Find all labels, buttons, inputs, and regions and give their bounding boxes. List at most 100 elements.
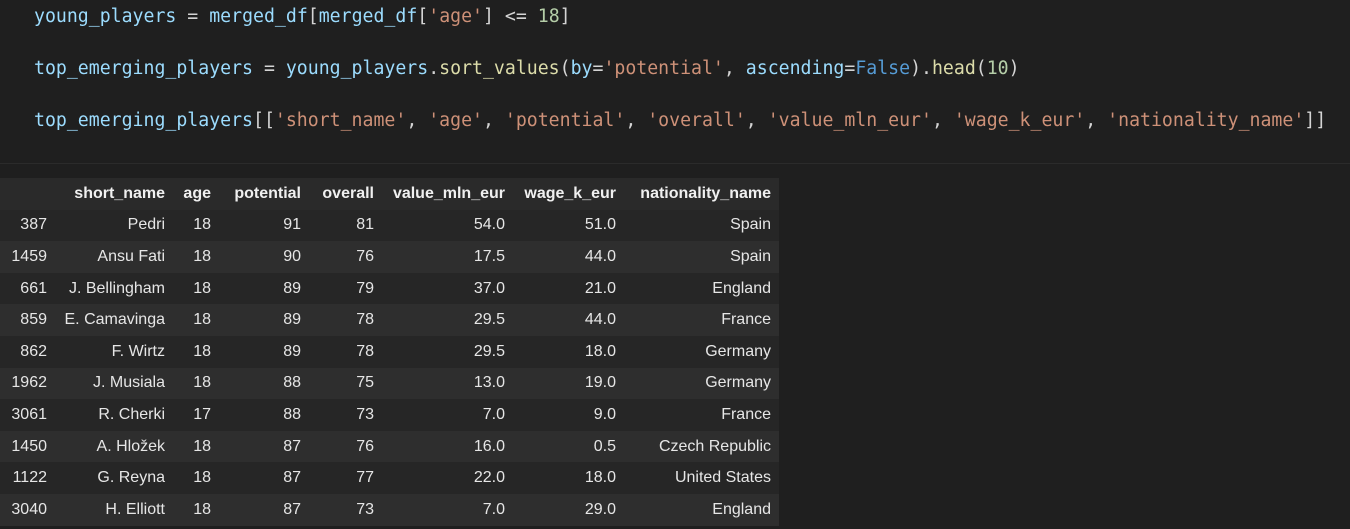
table-row: 661 J. Bellingham 18 89 79 37.0 21.0 Eng… <box>0 272 779 305</box>
code-token: by <box>570 58 593 79</box>
code-token: [[ <box>253 110 275 131</box>
table-cell: Ansu Fati <box>55 241 173 273</box>
table-cell: 18 <box>173 462 219 494</box>
table-cell: 17 <box>173 399 219 431</box>
code-token: 'age' <box>428 6 483 27</box>
table-cell: 76 <box>309 241 382 273</box>
table-cell: 44.0 <box>513 241 624 273</box>
table-cell: 18 <box>173 304 219 336</box>
code-token: ] <box>559 6 571 27</box>
row-index: 859 <box>0 304 55 336</box>
code-token: ascending <box>745 58 845 79</box>
table-cell: 18.0 <box>513 335 624 368</box>
row-index: 1450 <box>0 430 55 463</box>
header-row: short_name age potential overall value_m… <box>0 178 779 210</box>
code-token: , <box>482 110 505 131</box>
table-cell: Pedri <box>55 209 173 242</box>
row-index: 1962 <box>0 367 55 400</box>
code-line-1[interactable]: young_players = merged_df[merged_df['age… <box>34 5 571 29</box>
column-header: nationality_name <box>624 178 779 210</box>
table-row: 1962 J. Musiala 18 88 75 13.0 19.0 Germa… <box>0 367 779 400</box>
table-cell: 13.0 <box>382 367 513 400</box>
table-cell: Spain <box>624 209 779 242</box>
code-token: <= <box>493 6 538 27</box>
table-cell: 0.5 <box>513 430 624 463</box>
table-cell: 37.0 <box>382 272 513 305</box>
table-cell: 19.0 <box>513 367 624 400</box>
code-token: False <box>855 58 911 79</box>
row-index: 661 <box>0 272 55 305</box>
table-cell: 89 <box>219 304 309 336</box>
table-cell: 87 <box>219 493 309 526</box>
index-header <box>0 178 55 210</box>
code-line-2[interactable]: top_emerging_players = young_players.sor… <box>34 57 1020 81</box>
table-cell: 88 <box>219 367 309 400</box>
table-cell: 87 <box>219 462 309 494</box>
code-token: ) <box>1008 58 1020 79</box>
table-cell: England <box>624 272 779 305</box>
code-token: . <box>428 58 440 79</box>
code-token: = <box>592 58 604 79</box>
code-token: ( <box>559 58 571 79</box>
code-token: ( <box>975 58 987 79</box>
table-cell: J. Bellingham <box>55 272 173 305</box>
code-token: 'value_mln_eur' <box>767 110 932 131</box>
dataframe-table: short_name age potential overall value_m… <box>0 178 779 526</box>
code-cell[interactable]: young_players = merged_df[merged_df['age… <box>0 0 1350 164</box>
code-token: merged_df <box>318 6 418 27</box>
code-token: 'nationality_name' <box>1107 110 1305 131</box>
table-cell: J. Musiala <box>55 367 173 400</box>
table-cell: 91 <box>219 209 309 242</box>
code-token: top_emerging_players <box>34 58 253 79</box>
code-token: 'short_name' <box>274 110 407 131</box>
code-token: head <box>931 58 976 79</box>
table-cell: 76 <box>309 430 382 463</box>
code-token: , <box>723 58 746 79</box>
table-cell: F. Wirtz <box>55 335 173 368</box>
table-cell: 18 <box>173 367 219 400</box>
table-cell: 29.0 <box>513 493 624 526</box>
table-cell: 17.5 <box>382 241 513 273</box>
column-header: short_name <box>55 178 173 210</box>
table-cell: France <box>624 304 779 336</box>
code-token: young_players <box>34 6 177 27</box>
column-header: wage_k_eur <box>513 178 624 210</box>
table-row: 859 E. Camavinga 18 89 78 29.5 44.0 Fran… <box>0 304 779 336</box>
table-cell: 18.0 <box>513 462 624 494</box>
table-cell: 75 <box>309 367 382 400</box>
code-token: [ <box>417 6 429 27</box>
code-token: 'potential' <box>603 58 724 79</box>
code-line-3[interactable]: top_emerging_players[['short_name', 'age… <box>34 109 1326 133</box>
row-index: 862 <box>0 335 55 368</box>
table-cell: France <box>624 399 779 431</box>
table-cell: E. Camavinga <box>55 304 173 336</box>
table-cell: 9.0 <box>513 399 624 431</box>
table-cell: 78 <box>309 335 382 368</box>
table-cell: G. Reyna <box>55 462 173 494</box>
table-row: 3061 R. Cherki 17 88 73 7.0 9.0 France <box>0 399 779 431</box>
table-cell: 18 <box>173 241 219 273</box>
table-cell: 51.0 <box>513 209 624 242</box>
notebook: young_players = merged_df[merged_df['age… <box>0 0 1350 529</box>
table-cell: 7.0 <box>382 493 513 526</box>
table-cell: United States <box>624 462 779 494</box>
code-token: sort_values <box>439 58 560 79</box>
table-cell: 18 <box>173 209 219 242</box>
table-cell: 81 <box>309 209 382 242</box>
row-index: 1459 <box>0 241 55 273</box>
table-cell: 89 <box>219 335 309 368</box>
row-index: 3061 <box>0 399 55 431</box>
code-token: 'potential' <box>504 110 626 131</box>
table-cell: 88 <box>219 399 309 431</box>
table-cell: Germany <box>624 335 779 368</box>
table-header: short_name age potential overall value_m… <box>0 178 779 210</box>
column-header: value_mln_eur <box>382 178 513 210</box>
code-token: , <box>745 110 768 131</box>
table-cell: 90 <box>219 241 309 273</box>
table-row: 3040 H. Elliott 18 87 73 7.0 29.0 Englan… <box>0 493 779 526</box>
row-index: 1122 <box>0 462 55 494</box>
code-token: , <box>625 110 648 131</box>
code-token: ] <box>483 6 494 27</box>
code-token: , <box>931 110 954 131</box>
table-row: 1122 G. Reyna 18 87 77 22.0 18.0 United … <box>0 462 779 494</box>
